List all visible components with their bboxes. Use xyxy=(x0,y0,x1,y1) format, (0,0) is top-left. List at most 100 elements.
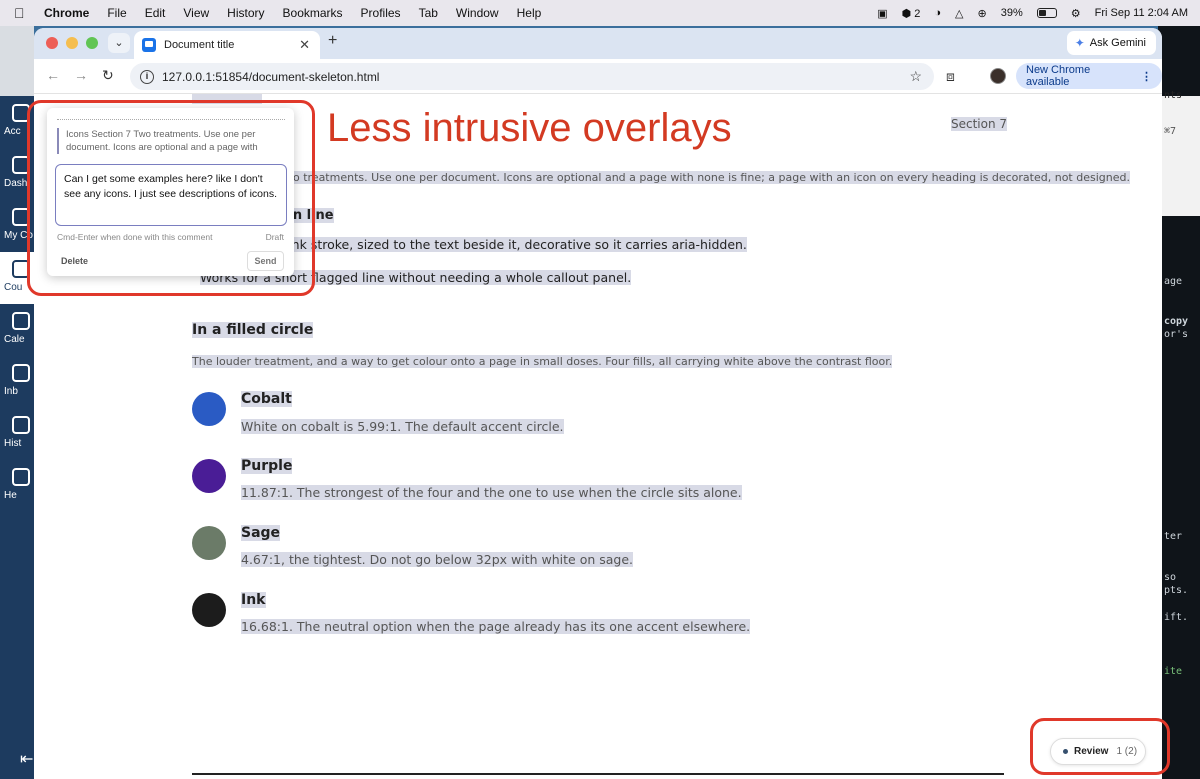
forward-arrow-icon[interactable]: → xyxy=(74,67,88,83)
back-arrow-icon[interactable]: ← xyxy=(46,67,60,83)
menu-history[interactable]: History xyxy=(227,6,264,20)
comment-textarea[interactable]: Can I get some examples here? like I don… xyxy=(55,164,287,226)
new-chrome-available-button[interactable]: New Chrome available ⋮ xyxy=(1016,63,1162,89)
tab-search-button[interactable]: ⌄ xyxy=(108,33,130,53)
bg-nav-label: He xyxy=(4,490,17,501)
close-tab-icon[interactable]: ✕ xyxy=(299,37,310,53)
bg-nav-courses[interactable]: Cou xyxy=(0,252,34,304)
minimize-window-button[interactable] xyxy=(66,37,78,49)
sage-circle xyxy=(192,526,226,560)
menu-view[interactable]: View xyxy=(183,6,209,20)
close-window-button[interactable] xyxy=(46,37,58,49)
tab-strip: ⌄ Document title ✕ + ✦ Ask Gemini xyxy=(34,28,1162,59)
bg-nav-inbox[interactable]: Inb xyxy=(0,356,34,408)
bg-text: ⌘7 xyxy=(1164,126,1177,137)
chevron-down-icon: ⌄ xyxy=(114,37,124,49)
macos-menubar:  Chrome File Edit View History Bookmark… xyxy=(0,0,1200,26)
extensions-puzzle-icon[interactable]: ⧈ xyxy=(946,68,955,85)
bg-text: nts xyxy=(1164,90,1183,101)
send-button[interactable]: Send xyxy=(247,251,284,271)
section-label: Section 7 xyxy=(951,117,1008,131)
dashboard-icon xyxy=(12,156,30,174)
status-app-icon[interactable]: ▣ xyxy=(877,7,887,20)
browser-window: ⌄ Document title ✕ + ✦ Ask Gemini ← → ↻ … xyxy=(34,28,1162,779)
color-description: White on cobalt is 5.99:1. The default a… xyxy=(241,419,564,434)
bg-text: ift. xyxy=(1164,612,1189,623)
comment-quote: Icons Section 7 Two treatments. Use one … xyxy=(57,128,285,154)
zoom-window-button[interactable] xyxy=(86,37,98,49)
circle-heading: In a filled circle xyxy=(192,322,314,338)
battery-icon[interactable] xyxy=(1036,8,1057,18)
color-name: Purple xyxy=(241,458,293,474)
bg-nav-help[interactable]: He xyxy=(0,460,34,512)
color-name: Ink xyxy=(241,592,266,608)
menu-help[interactable]: Help xyxy=(517,6,542,20)
clock-icon xyxy=(12,416,30,434)
bg-nav-history[interactable]: Hist xyxy=(0,408,34,460)
site-info-icon[interactable]: i xyxy=(140,69,154,84)
status-count-text: 2 xyxy=(914,7,921,20)
menubar-clock[interactable]: Fri Sep 11 2:04 AM xyxy=(1095,7,1188,19)
window-controls xyxy=(46,37,98,49)
bg-nav-label: Acc xyxy=(4,126,21,137)
bg-nav-label: Dash xyxy=(4,178,28,189)
color-description: 11.87:1. The strongest of the four and t… xyxy=(241,485,742,500)
review-button[interactable]: Review 1 (2) xyxy=(1050,738,1146,765)
background-panel xyxy=(1158,96,1200,216)
tab-document[interactable]: Document title ✕ xyxy=(134,31,320,59)
address-bar[interactable]: i 127.0.0.1:51854/document-skeleton.html… xyxy=(130,63,934,90)
book-icon xyxy=(12,260,30,278)
menu-tab[interactable]: Tab xyxy=(419,6,438,20)
delete-button[interactable]: Delete xyxy=(61,256,88,266)
bg-nav-account[interactable]: Acc xyxy=(0,96,34,148)
bluetooth-icon[interactable]: ⊕ xyxy=(978,7,987,20)
menu-window[interactable]: Window xyxy=(456,6,499,20)
inline-paragraph: Ink stroke, sized to the text beside it,… xyxy=(288,237,747,252)
ask-gemini-button[interactable]: ✦ Ask Gemini xyxy=(1066,31,1156,55)
url-text[interactable]: 127.0.0.1:51854/document-skeleton.html xyxy=(162,70,379,84)
reload-icon[interactable]: ↻ xyxy=(102,67,114,84)
profile-avatar[interactable] xyxy=(990,68,1006,84)
bg-nav-label: My Co xyxy=(4,230,33,241)
battery-percent[interactable]: 39% xyxy=(1001,7,1023,19)
bg-nav-dashboard[interactable]: Dash xyxy=(0,148,34,200)
menu-file[interactable]: File xyxy=(107,6,126,20)
bg-nav-label: Cou xyxy=(4,282,23,293)
menu-edit[interactable]: Edit xyxy=(145,6,166,20)
vpn-icon[interactable]: ◑ xyxy=(934,7,941,19)
menu-bookmarks[interactable]: Bookmarks xyxy=(283,6,343,20)
bg-text: ite xyxy=(1164,666,1183,677)
tab-title: Document title xyxy=(164,39,235,51)
ask-gemini-label: Ask Gemini xyxy=(1089,37,1146,49)
bg-text: ter xyxy=(1164,531,1183,542)
highlight-peek xyxy=(192,94,262,104)
overlay-annotation-heading: Less intrusive overlays xyxy=(327,106,732,150)
status-count[interactable]: ⬢ 2 xyxy=(902,7,921,20)
menu-profiles[interactable]: Profiles xyxy=(361,6,401,20)
control-center-icon[interactable]: ⚙ xyxy=(1071,7,1081,20)
circle-paragraph: The louder treatment, and a way to get c… xyxy=(192,355,893,368)
cube-icon: ⬢ xyxy=(901,7,912,20)
color-name: Cobalt xyxy=(241,391,292,407)
collapse-icon[interactable]: ⇤ xyxy=(20,749,33,769)
bg-text: age xyxy=(1164,276,1183,287)
intro-paragraph: Icons Section 7 Two treatments. Use one … xyxy=(192,171,1130,184)
drive-icon[interactable]: △ xyxy=(955,7,963,20)
review-count: 1 (2) xyxy=(1116,746,1138,757)
bg-text: or's xyxy=(1164,329,1189,340)
apple-icon[interactable]:  xyxy=(14,5,30,21)
bg-nav-label: Inb xyxy=(4,386,18,397)
bg-nav-my-courses[interactable]: My Co xyxy=(0,200,34,252)
more-menu-icon[interactable]: ⋮ xyxy=(1141,70,1152,83)
menubar-status-area: ▣ ⬢ 2 ◑ △ ⊕ 39% ⚙ Fri Sep 11 2:04 AM xyxy=(877,0,1188,26)
background-app-left: Acc Dash My Co Cou Cale Inb Hist He ⇤ xyxy=(0,26,34,779)
new-tab-button[interactable]: + xyxy=(328,32,337,50)
menu-app-name[interactable]: Chrome xyxy=(44,6,89,20)
comment-popup: Icons Section 7 Two treatments. Use one … xyxy=(47,108,294,276)
inline-heading: In line xyxy=(288,208,334,223)
bg-nav-label: Hist xyxy=(4,438,22,449)
bg-nav-calendar[interactable]: Cale xyxy=(0,304,34,356)
bookmark-star-icon[interactable]: ☆ xyxy=(909,68,922,85)
background-app-right: nts ⌘7 age copy or's ter so pts. ift. it… xyxy=(1158,26,1200,779)
sparkle-icon: ✦ xyxy=(1074,36,1085,50)
